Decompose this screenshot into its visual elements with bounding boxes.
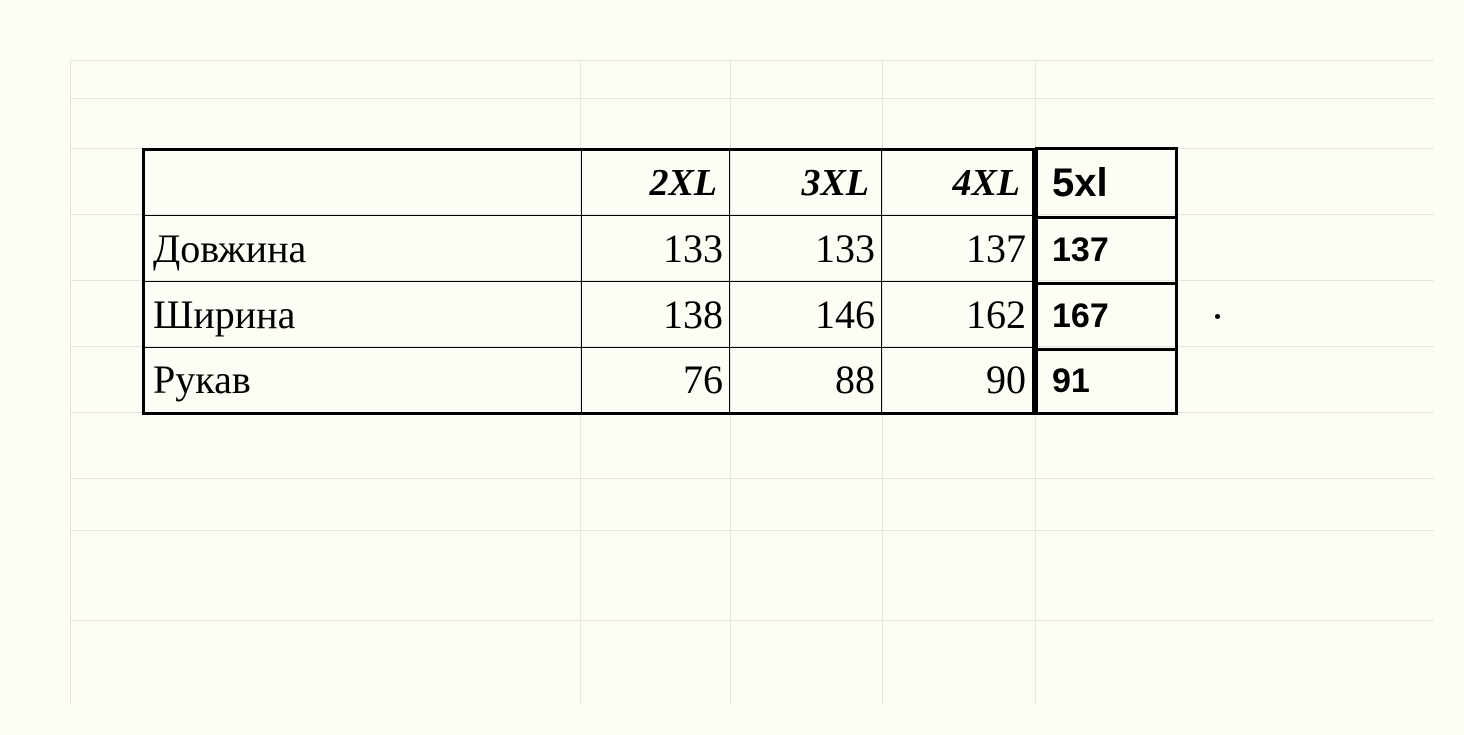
- cell-width-3xl: 146: [730, 282, 882, 348]
- table-row: Довжина 133 133 137: [144, 216, 1034, 282]
- cell-sleeve-5xl: 91: [1037, 350, 1177, 414]
- stray-dot: [1215, 314, 1220, 319]
- size-header-4xl: 4XL: [882, 150, 1034, 216]
- cell-width-5xl: 167: [1037, 284, 1177, 350]
- cell-sleeve-2xl: 76: [582, 348, 730, 414]
- table-row: 167: [1037, 284, 1177, 350]
- cell-length-5xl: 137: [1037, 218, 1177, 284]
- blank-header-cell: [144, 150, 582, 216]
- cell-width-2xl: 138: [582, 282, 730, 348]
- row-label-width: Ширина: [144, 282, 582, 348]
- size-header-5xl: 5xl: [1037, 149, 1177, 218]
- extra-column-5xl: 5xl 137 167 91: [1035, 147, 1178, 415]
- table-row: Рукав 76 88 90: [144, 348, 1034, 414]
- header-row: 2XL 3XL 4XL: [144, 150, 1034, 216]
- cell-sleeve-3xl: 88: [730, 348, 882, 414]
- cell-length-3xl: 133: [730, 216, 882, 282]
- cell-sleeve-4xl: 90: [882, 348, 1034, 414]
- size-table: 2XL 3XL 4XL Довжина 133 133 137 Ширина 1…: [142, 148, 1178, 415]
- main-table: 2XL 3XL 4XL Довжина 133 133 137 Ширина 1…: [142, 148, 1035, 415]
- cell-width-4xl: 162: [882, 282, 1034, 348]
- row-label-length: Довжина: [144, 216, 582, 282]
- cell-length-2xl: 133: [582, 216, 730, 282]
- table-row: 91: [1037, 350, 1177, 414]
- table-row: Ширина 138 146 162: [144, 282, 1034, 348]
- size-header-3xl: 3XL: [730, 150, 882, 216]
- header-row: 5xl: [1037, 149, 1177, 218]
- cell-length-4xl: 137: [882, 216, 1034, 282]
- row-label-sleeve: Рукав: [144, 348, 582, 414]
- size-header-2xl: 2XL: [582, 150, 730, 216]
- table-row: 137: [1037, 218, 1177, 284]
